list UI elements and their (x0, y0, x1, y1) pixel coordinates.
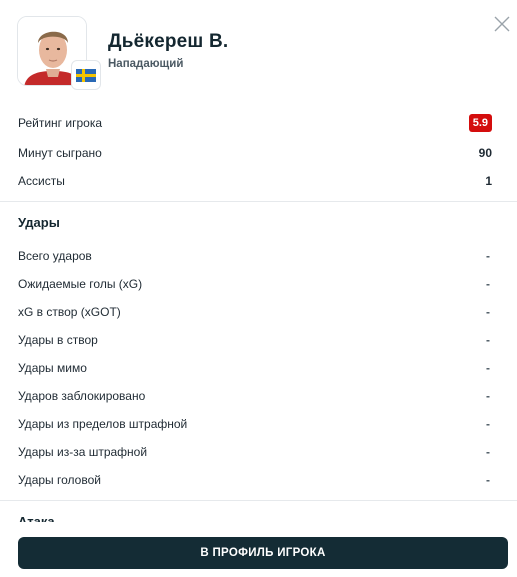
stat-value: 1 (485, 174, 492, 188)
sweden-flag-icon (71, 60, 101, 90)
section-title-shots: Удары (18, 215, 60, 230)
stat-label: Ассисты (18, 174, 65, 188)
player-stats-panel: Дьёкереш В. Нападающий Рейтинг игрока 5.… (0, 0, 517, 577)
player-name: Дьёкереш В. (108, 31, 229, 52)
stat-row: Всего ударов - (18, 246, 492, 266)
stat-value: - (486, 389, 490, 403)
stat-value: - (486, 361, 490, 375)
divider (0, 201, 517, 202)
stat-row-assists: Ассисты 1 (18, 171, 492, 191)
stat-value: - (486, 445, 490, 459)
stat-value: 90 (478, 146, 492, 160)
stat-row: xG в створ (xGOT) - (18, 302, 492, 322)
stat-row: Ударов заблокировано - (18, 386, 492, 406)
stat-label: Удары из пределов штрафной (18, 417, 188, 431)
stat-value: - (486, 305, 490, 319)
stat-label: Всего ударов (18, 249, 92, 263)
player-header: Дьёкереш В. Нападающий (17, 16, 477, 90)
stat-label: Удары мимо (18, 361, 87, 375)
stat-label: Удары из-за штрафной (18, 445, 148, 459)
stat-row: Удары мимо - (18, 358, 492, 378)
stat-label: xG в створ (xGOT) (18, 305, 121, 319)
rating-badge: 5.9 (468, 114, 492, 132)
stat-row: Удары из пределов штрафной - (18, 414, 492, 434)
stat-row-minutes: Минут сыграно 90 (18, 143, 492, 163)
stat-row: Ожидаемые голы (xG) - (18, 274, 492, 294)
stat-label: Удары головой (18, 473, 101, 487)
close-icon[interactable] (492, 14, 512, 34)
stat-value: - (486, 473, 490, 487)
stat-label: Рейтинг игрока (18, 116, 103, 130)
stat-value: - (486, 249, 490, 263)
player-profile-button[interactable]: В ПРОФИЛЬ ИГРОКА (18, 537, 508, 569)
stat-row: Удары головой - (18, 470, 492, 490)
stat-label: Ударов заблокировано (18, 389, 146, 403)
player-position: Нападающий (108, 58, 184, 70)
section-title-attack: Атака (18, 514, 55, 522)
stat-value: - (486, 277, 490, 291)
stat-label: Минут сыграно (18, 146, 102, 160)
stat-value: - (486, 333, 490, 347)
stat-row-rating: Рейтинг игрока 5.9 (18, 113, 492, 133)
divider (0, 500, 517, 501)
stat-label: Удары в створ (18, 333, 98, 347)
stat-label: Ожидаемые голы (xG) (18, 277, 143, 291)
stat-row: Удары из-за штрафной - (18, 442, 492, 462)
stat-value: - (486, 417, 490, 431)
stat-row: Удары в створ - (18, 330, 492, 350)
